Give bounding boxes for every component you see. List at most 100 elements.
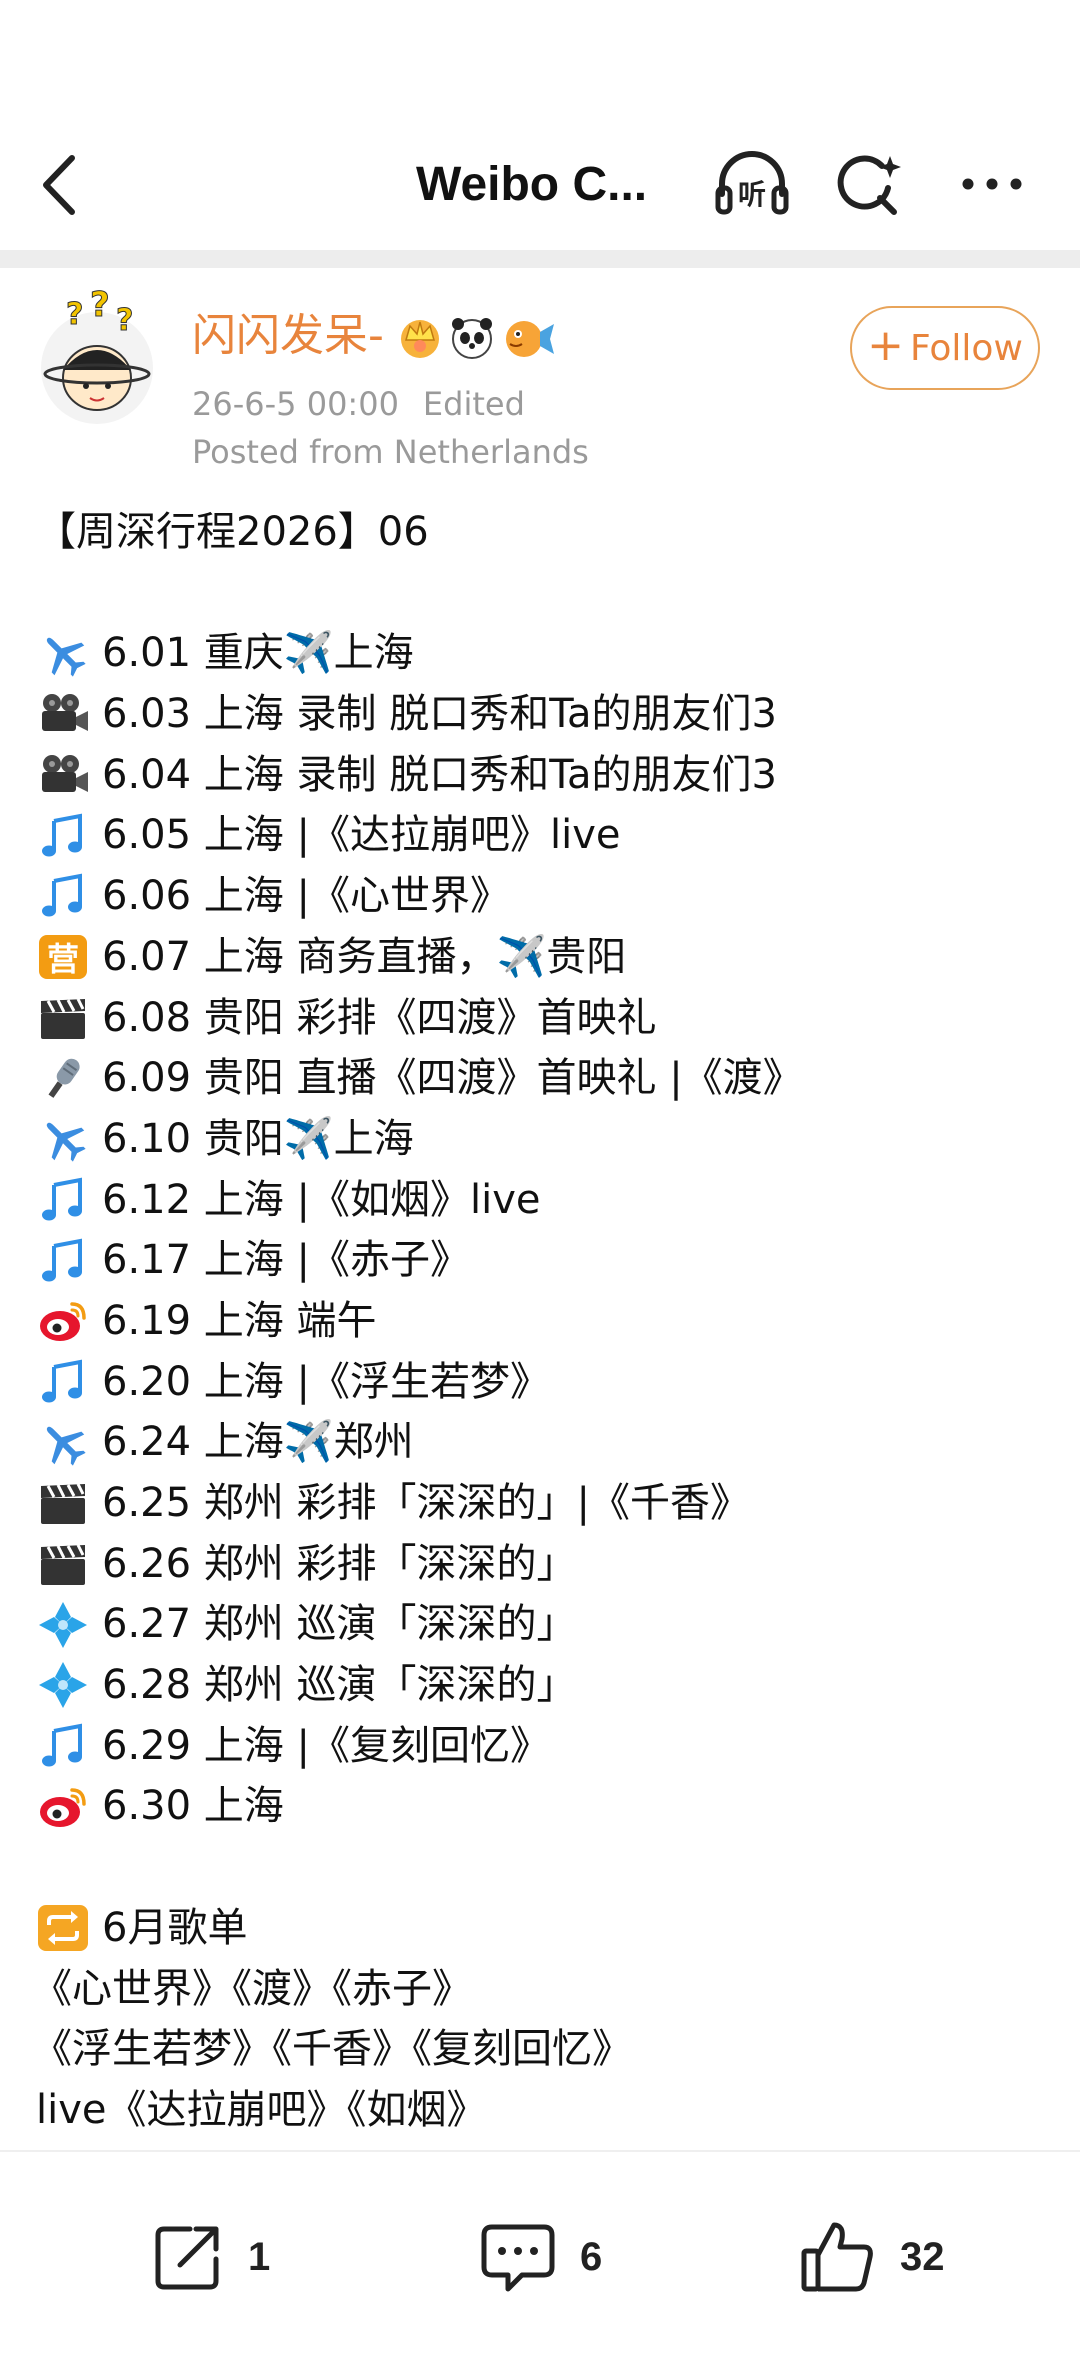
schedule-item: 6.05 上海 |《达拉崩吧》live [36,805,1046,866]
playlist-heading-line: 6月歌单 [36,1898,1046,1959]
diamond-flower-icon [36,1600,90,1650]
music-note-icon [36,811,90,861]
schedule-item: 6.01 重庆✈️上海 [36,623,1046,684]
schedule-item-text: 6.25 郑州 彩排「深深的」|《千香》 [102,1480,750,1526]
post-content: 【周深行程2026】06 6.01 重庆✈️上海 6.03 上海 录制 脱口秀和T… [32,502,1046,2141]
repost-count: 1 [248,2234,271,2279]
comment-button[interactable]: 6 [478,2212,602,2302]
schedule-item-text: 6.26 郑州 彩排「深深的」 [102,1540,577,1587]
post-header: ? ? ? 闪闪发呆- 26-6-5 00:00 Edited Posted f… [0,285,1080,480]
post-action-bar: 1 6 32 [0,2150,1080,2375]
schedule-item-text: 6.24 上海✈️郑州 [102,1419,414,1466]
svg-text:?: ? [90,290,110,325]
schedule-item: 6.29 上海 |《复刻回忆》 [36,1716,1046,1777]
user-badges [398,314,578,360]
movie-camera-icon [36,689,90,739]
clapperboard-icon [36,1478,90,1528]
post-meta: 26-6-5 00:00 Edited [192,384,525,424]
search-sparkle-icon[interactable] [832,148,912,220]
schedule-item-text: 6.12 上海 |《如烟》live [102,1176,541,1223]
schedule-item-text: 6.06 上海 |《心世界》 [102,873,510,920]
avatar[interactable]: ? ? ? [38,285,156,430]
schedule-item-text: 6.01 重庆✈️上海 [102,630,414,677]
schedule-item: 6.30 上海 [36,1776,1046,1837]
thumbs-up-icon [801,2222,873,2292]
schedule-list: 6.01 重庆✈️上海 6.03 上海 录制 脱口秀和Ta的朋友们3 6.04 上海… [36,623,1046,1837]
playlist-line: 《心世界》《渡》《赤子》 [32,1965,472,2012]
pufferfish-badge-icon [506,321,554,357]
schedule-item: 6.09 贵阳 直播《四渡》首映礼 |《渡》 [36,1048,1046,1109]
schedule-item: 6.28 郑州 巡演「深深的」 [36,1655,1046,1716]
schedule-item: 6.19 上海 端午 [36,1291,1046,1352]
schedule-item-text: 6.28 郑州 巡演「深深的」 [102,1662,577,1709]
schedule-item-text: 6.10 贵阳✈️上海 [102,1115,414,1162]
top-navigation-bar: Weibo C... 听 [0,130,1080,240]
schedule-item-text: 6.09 贵阳 直播《四渡》首映礼 |《渡》 [102,1055,803,1102]
schedule-item-text: 6.29 上海 |《复刻回忆》 [102,1722,550,1769]
schedule-item: 6.03 上海 录制 脱口秀和Ta的朋友们3 [36,684,1046,745]
svg-text:营: 营 [47,940,79,978]
music-note-icon [36,871,90,921]
repost-button[interactable]: 1 [150,2212,270,2302]
schedule-item-text: 6.04 上海 录制 脱口秀和Ta的朋友们3 [102,751,777,798]
weibo-logo-icon [36,1782,90,1832]
panda-badge-icon [452,318,492,359]
clapperboard-icon [36,1539,90,1589]
schedule-item-text: 6.20 上海 |《浮生若梦》 [102,1358,550,1405]
schedule-item-text: 6.08 贵阳 彩排《四渡》首映礼 [102,994,657,1041]
schedule-item: 6.10 贵阳✈️上海 [36,1109,1046,1170]
plus-icon: + [867,320,904,371]
schedule-item: 6.25 郑州 彩排「深深的」|《千香》 [36,1473,1046,1534]
follow-label: Follow [909,327,1023,369]
listen-label: 听 [738,178,766,211]
repeat-arrows-icon [36,1903,90,1953]
page-title: Weibo C... [416,158,648,211]
like-count: 32 [900,2234,945,2279]
post-timestamp: 26-6-5 00:00 [192,385,399,423]
movie-camera-icon [36,750,90,800]
schedule-item: 6.24 上海✈️郑州 [36,1412,1046,1473]
svg-text:?: ? [66,297,83,332]
clapperboard-icon [36,993,90,1043]
weibo-logo-icon [36,1296,90,1346]
diamond-flower-icon [36,1660,90,1710]
header-divider [0,250,1080,268]
schedule-item: 6.20 上海 |《浮生若梦》 [36,1352,1046,1413]
schedule-item: 营 6.07 上海 商务直播，✈️贵阳 [36,927,1046,988]
playlist-line: live《达拉崩吧》《如烟》 [36,2086,487,2133]
schedule-item-text: 6.17 上海 |《赤子》 [102,1237,470,1284]
follow-button[interactable]: + Follow [850,306,1040,390]
schedule-item: 6.26 郑州 彩排「深深的」 [36,1534,1046,1595]
music-note-icon [36,1236,90,1286]
like-button[interactable]: 32 [798,2212,945,2302]
username[interactable]: 闪闪发呆- [192,308,384,364]
post-title-line: 【周深行程2026】06 [36,509,429,555]
schedule-item-text: 6.03 上海 录制 脱口秀和Ta的朋友们3 [102,691,777,738]
comment-count: 6 [580,2234,603,2279]
music-note-icon [36,1357,90,1407]
edited-label[interactable]: Edited [423,385,525,423]
schedule-item: 6.12 上海 |《如烟》live [36,1170,1046,1231]
schedule-item: 6.06 上海 |《心世界》 [36,866,1046,927]
more-dots-icon[interactable] [952,148,1032,220]
listen-headphones-icon[interactable]: 听 [712,148,792,220]
svg-text:?: ? [116,303,133,338]
playlist-line: 《浮生若梦》《千香》《复刻回忆》 [32,2026,632,2073]
airplane-icon [36,1114,90,1164]
schedule-item: 6.08 贵阳 彩排《四渡》首映礼 [36,988,1046,1049]
schedule-item: 6.17 上海 |《赤子》 [36,1230,1046,1291]
music-note-icon [36,1721,90,1771]
repost-share-icon [155,2226,219,2290]
airplane-icon [36,1418,90,1468]
crown-badge-icon [401,320,439,358]
schedule-item-text: 6.19 上海 端午 [102,1297,377,1344]
music-note-icon [36,1175,90,1225]
back-arrow-icon[interactable] [38,152,78,218]
schedule-item-text: 6.05 上海 |《达拉崩吧》live [102,812,621,859]
schedule-item: 6.04 上海 录制 脱口秀和Ta的朋友们3 [36,745,1046,806]
ying-business-icon: 营 [36,932,90,982]
microphone-icon [36,1054,90,1104]
airplane-icon [36,629,90,679]
schedule-item-text: 6.27 郑州 巡演「深深的」 [102,1601,577,1648]
schedule-item-text: 6.07 上海 商务直播，✈️贵阳 [102,933,627,980]
